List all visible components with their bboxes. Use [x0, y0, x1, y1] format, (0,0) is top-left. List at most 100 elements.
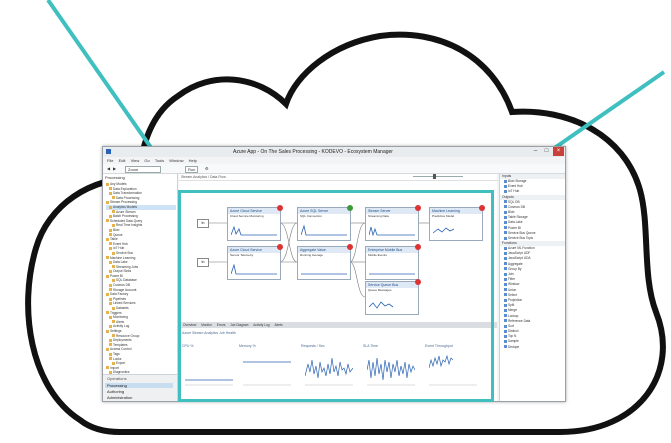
run-button[interactable]: Run — [185, 166, 199, 173]
module-icon — [504, 215, 507, 219]
toolbox-item-label: Service Bus Queue — [508, 230, 536, 235]
folder-icon — [109, 325, 112, 329]
menu-help[interactable]: Help — [189, 158, 197, 163]
menu-view[interactable]: View — [131, 158, 140, 163]
toolbox-item-label: Merge — [508, 308, 518, 313]
zoom-slider-handle[interactable] — [433, 174, 436, 179]
folder-icon — [112, 251, 115, 255]
folder-icon — [109, 191, 112, 195]
module-icon — [504, 293, 507, 297]
menu-go[interactable]: Go — [144, 158, 149, 163]
folder-icon — [109, 352, 112, 356]
toolbox-panel: Inputs Blob Storage Event Hub IoT Hub Output… — [499, 174, 565, 401]
nav-header: Processing — [105, 175, 125, 180]
maximize-icon[interactable]: □ — [541, 147, 552, 156]
nav-tree-label: Real Time Insights — [116, 223, 143, 228]
nav-tree-label: Resource Group — [116, 333, 140, 338]
menu-edit[interactable]: Edit — [119, 158, 126, 163]
nav-tree-label: Export — [116, 361, 126, 366]
module-icon — [504, 298, 507, 302]
toolbox-item-label: Union — [508, 287, 517, 292]
toolbox-item[interactable]: Dedupe — [500, 344, 565, 350]
nav-tree-label: Pipelines — [113, 296, 126, 301]
folder-icon — [112, 265, 115, 269]
folder-icon — [109, 246, 112, 250]
toolbox-item-label: Reference Data — [508, 318, 531, 323]
folder-icon — [106, 182, 109, 186]
folder-icon — [106, 348, 109, 352]
nav-processing[interactable]: Processing — [105, 383, 173, 388]
toolbox-item-label: Aggregate — [508, 261, 523, 266]
menu-window[interactable]: Window — [169, 158, 183, 163]
module-icon — [504, 210, 507, 214]
module-icon — [504, 231, 507, 235]
folder-icon — [109, 283, 112, 287]
module-icon — [504, 190, 507, 194]
nav-tree-label: Event Hub — [113, 241, 128, 246]
toolbox-item-label: Blob Storage — [508, 179, 527, 183]
close-icon[interactable]: × — [553, 147, 564, 156]
folder-icon — [112, 306, 115, 310]
module-icon — [504, 272, 507, 276]
module-icon — [504, 277, 507, 281]
folder-icon — [112, 210, 115, 214]
nav-tree-label: Any Models — [110, 182, 127, 186]
module-icon — [504, 262, 507, 266]
folder-icon — [112, 361, 115, 365]
nav-tree-label: Table — [110, 237, 118, 242]
module-icon — [504, 251, 507, 255]
menu-tools[interactable]: Tools — [155, 158, 164, 163]
nav-tree-label: Power BI — [110, 273, 123, 278]
highlight-frame — [178, 190, 494, 402]
folder-icon — [112, 320, 115, 324]
nav-tree-label: Queue — [113, 232, 123, 237]
folder-icon — [109, 214, 112, 218]
toolbox-item-label: Lookup — [508, 313, 519, 318]
toolbox-item-label: Service Bus Topic — [508, 235, 534, 240]
toolbox-item-label: JavaScript UDF — [508, 251, 531, 256]
nav-tree-label: Storage Account — [113, 287, 137, 292]
folder-icon — [109, 233, 112, 237]
module-icon — [504, 345, 507, 349]
folder-icon — [106, 201, 109, 205]
folder-icon — [109, 260, 112, 264]
toolbar: ◀ ▶ Zoom Run ⚙ — [103, 164, 565, 174]
folder-icon — [109, 338, 112, 342]
module-icon — [504, 226, 507, 230]
toolbox-item-label: Dedupe — [508, 344, 520, 349]
folder-icon — [106, 219, 109, 223]
nav-authoring[interactable]: Authoring — [107, 389, 124, 394]
module-icon — [504, 283, 507, 287]
toolbox-item-label: Group By — [508, 266, 522, 271]
nav-tree-label: Cosmos DB — [113, 283, 131, 288]
settings-icon[interactable]: ⚙ — [205, 166, 209, 171]
nav-administration[interactable]: Administration — [107, 395, 132, 400]
folder-icon — [106, 311, 109, 315]
module-icon — [504, 329, 507, 333]
toolbox-item-label: Data Lake — [508, 220, 523, 225]
back-icon[interactable]: ◀ — [107, 166, 110, 171]
folder-icon — [106, 366, 109, 370]
module-icon — [504, 303, 507, 307]
minimize-icon[interactable]: – — [530, 147, 541, 156]
nav-tree-label: Linked Services — [113, 301, 136, 306]
nav-tree-label: Deployments — [113, 338, 132, 343]
folder-icon — [112, 334, 115, 338]
folder-icon — [109, 315, 112, 319]
folder-icon — [106, 292, 109, 296]
forward-icon[interactable]: ▶ — [113, 166, 116, 171]
nav-tree-label: Access Control — [110, 347, 132, 352]
toolbox-item-label: SQL DB — [508, 199, 520, 204]
toolbox-item-label: Power BI — [508, 225, 521, 230]
module-icon — [504, 334, 507, 338]
zoom-slider[interactable] — [413, 176, 463, 177]
nav-tree-label: Analytics Models — [113, 204, 137, 209]
folder-icon — [109, 357, 112, 361]
toolbox-item-label: Blob — [508, 209, 515, 214]
module-icon — [504, 340, 507, 344]
zoom-field[interactable]: Zoom — [125, 166, 161, 173]
window-title: Azure App - On The Sales Processing - KO… — [233, 149, 393, 155]
menu-file[interactable]: File — [107, 158, 113, 163]
module-icon — [504, 319, 507, 323]
module-icon — [504, 257, 507, 261]
